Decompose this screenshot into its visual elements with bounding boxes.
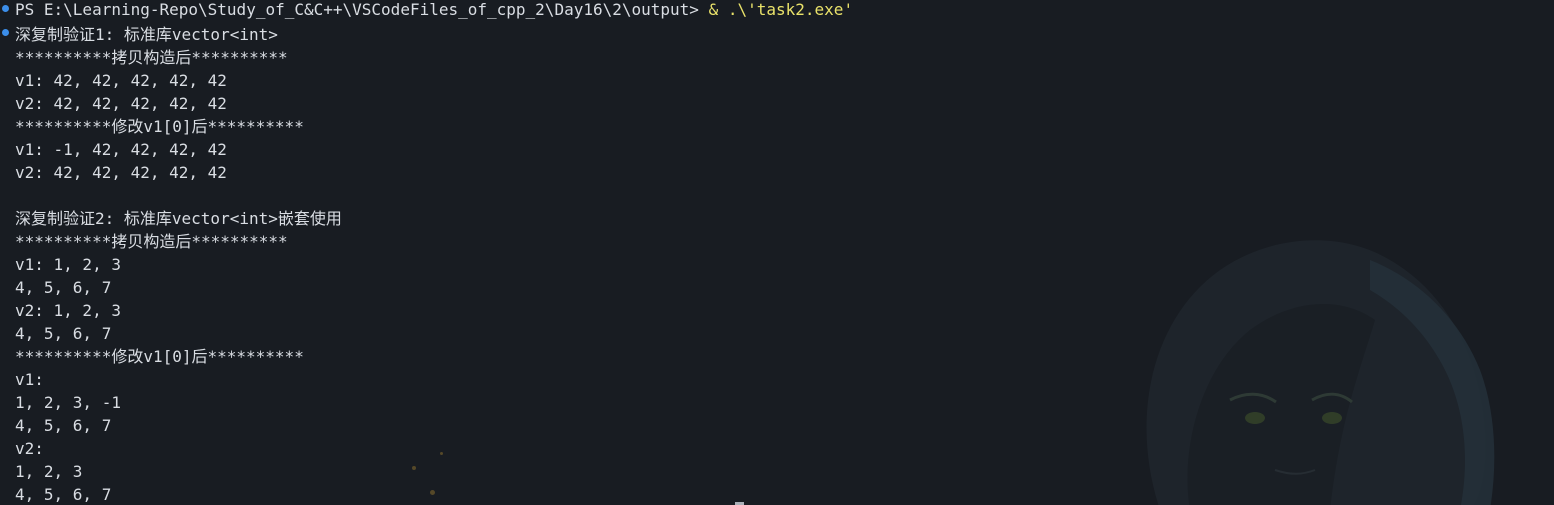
output-line: 4, 5, 6, 7: [15, 485, 112, 504]
output-line: v2: 1, 2, 3: [15, 301, 121, 320]
output-line: 1, 2, 3: [15, 462, 83, 481]
output-line: v2:: [15, 439, 44, 458]
command-text: & .\'task2.exe': [708, 0, 854, 19]
output-line: **********修改v1[0]后**********: [15, 117, 304, 136]
output-line: v1: 1, 2, 3: [15, 255, 121, 274]
output-line: v1: -1, 42, 42, 42, 42: [15, 140, 227, 159]
prompt-path: PS E:\Learning-Repo\Study_of_C&C++\VSCod…: [15, 0, 699, 19]
prompt-line: PS E:\Learning-Repo\Study_of_C&C++\VSCod…: [15, 0, 853, 23]
output-line: 深复制验证1: 标准库vector<int>: [15, 25, 278, 44]
output-line: v1: 42, 42, 42, 42, 42: [15, 71, 227, 90]
output-line: **********拷贝构造后**********: [15, 48, 288, 67]
command-decoration-icon[interactable]: [2, 29, 9, 36]
terminal-output: PS E:\Learning-Repo\Study_of_C&C++\VSCod…: [15, 0, 853, 505]
output-line: 深复制验证2: 标准库vector<int>嵌套使用: [15, 209, 342, 228]
output-line: 4, 5, 6, 7: [15, 416, 112, 435]
output-line: 4, 5, 6, 7: [15, 278, 112, 297]
output-line: 4, 5, 6, 7: [15, 324, 112, 343]
command-decoration-icon[interactable]: [2, 5, 9, 12]
output-line: **********拷贝构造后**********: [15, 232, 288, 251]
output-line: 1, 2, 3, -1: [15, 393, 121, 412]
output-line: v1:: [15, 370, 44, 389]
output-line: v2: 42, 42, 42, 42, 42: [15, 94, 227, 113]
terminal-panel[interactable]: PS E:\Learning-Repo\Study_of_C&C++\VSCod…: [0, 0, 1554, 505]
background-artwork: [1146, 240, 1495, 505]
output-line: **********修改v1[0]后**********: [15, 347, 304, 366]
output-line: v2: 42, 42, 42, 42, 42: [15, 163, 227, 182]
